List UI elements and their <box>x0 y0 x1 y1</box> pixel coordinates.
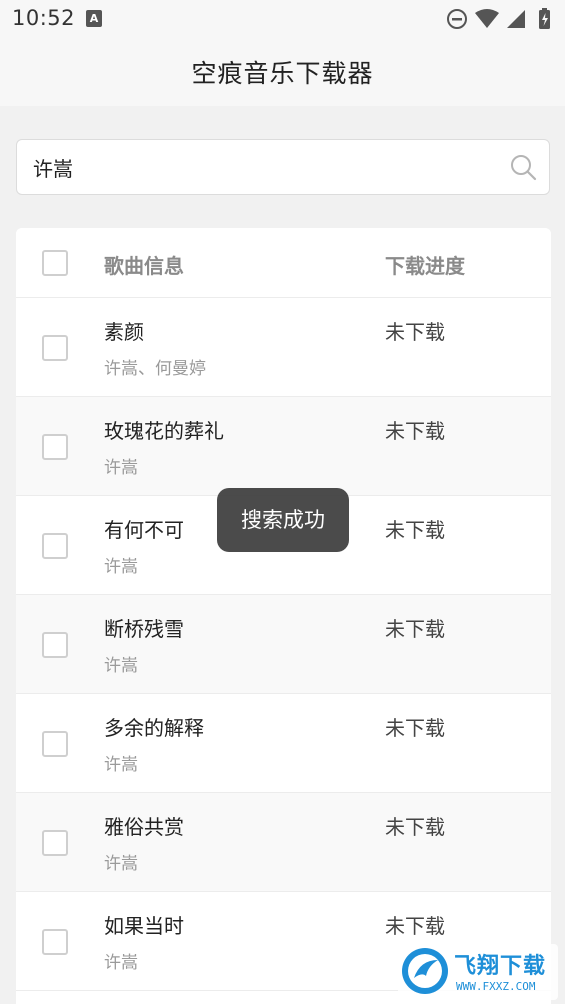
status-bar: 10:52 A <box>0 0 565 38</box>
dnd-icon <box>447 9 467 29</box>
search-input[interactable] <box>33 140 503 194</box>
signal-icon <box>507 10 525 28</box>
song-name: 有何不可 <box>104 518 184 542</box>
download-status: 未下载 <box>385 419 445 443</box>
song-checkbox[interactable] <box>42 632 68 658</box>
song-row[interactable]: 多余的解释 许嵩 未下载 <box>16 694 551 793</box>
wifi-icon <box>475 9 499 28</box>
status-icons <box>447 8 557 30</box>
song-name: 雅俗共赏 <box>104 815 184 839</box>
song-checkbox[interactable] <box>42 533 68 559</box>
watermark-text: 飞翔下载 <box>454 954 547 979</box>
search-box[interactable] <box>16 139 550 195</box>
download-status: 未下载 <box>385 716 445 740</box>
download-status: 未下载 <box>385 617 445 641</box>
song-artist: 许嵩 <box>104 458 138 478</box>
song-name: 玫瑰花的葬礼 <box>104 419 224 443</box>
status-time: 10:52 <box>12 6 76 30</box>
song-row[interactable]: 玫瑰花的葬礼 许嵩 未下载 <box>16 397 551 496</box>
song-checkbox[interactable] <box>42 335 68 361</box>
song-artist: 许嵩 <box>104 557 138 577</box>
watermark-url: WWW.FXXZ.COM <box>456 980 536 993</box>
list-header: 歌曲信息 下载进度 <box>16 228 551 298</box>
song-checkbox[interactable] <box>42 830 68 856</box>
battery-icon <box>539 8 550 29</box>
notification-icon: A <box>86 10 102 27</box>
download-status: 未下载 <box>385 914 445 938</box>
song-name: 素颜 <box>104 320 144 344</box>
song-row[interactable]: 断桥残雪 许嵩 未下载 <box>16 595 551 694</box>
song-artist: 许嵩 <box>104 953 138 973</box>
download-status: 未下载 <box>385 320 445 344</box>
song-name: 多余的解释 <box>104 716 204 740</box>
column-header-progress: 下载进度 <box>385 254 465 278</box>
select-all-checkbox[interactable] <box>42 250 68 276</box>
download-status: 未下载 <box>385 518 445 542</box>
song-name: 如果当时 <box>104 914 184 938</box>
song-artist: 许嵩 <box>104 755 138 775</box>
song-artist: 许嵩 <box>104 854 138 874</box>
search-icon[interactable] <box>509 153 537 181</box>
watermark: 飞翔下载 WWW.FXXZ.COM <box>398 944 558 1000</box>
app-bar: 空痕音乐下载器 <box>0 38 565 106</box>
song-list: 歌曲信息 下载进度 素颜 许嵩、何曼婷 未下载 玫瑰花的葬礼 许嵩 未下载 有何… <box>16 228 551 1004</box>
song-row[interactable]: 素颜 许嵩、何曼婷 未下载 <box>16 298 551 397</box>
song-checkbox[interactable] <box>42 929 68 955</box>
song-artist: 许嵩 <box>104 656 138 676</box>
app-title: 空痕音乐下载器 <box>191 59 374 88</box>
song-name: 断桥残雪 <box>104 617 184 641</box>
song-checkbox[interactable] <box>42 731 68 757</box>
song-row[interactable]: 雅俗共赏 许嵩 未下载 <box>16 793 551 892</box>
column-header-song-info: 歌曲信息 <box>104 254 184 278</box>
download-status: 未下载 <box>385 815 445 839</box>
watermark-logo-icon <box>402 948 448 994</box>
song-checkbox[interactable] <box>42 434 68 460</box>
toast-message: 搜索成功 <box>217 488 349 552</box>
song-artist: 许嵩、何曼婷 <box>104 359 206 379</box>
